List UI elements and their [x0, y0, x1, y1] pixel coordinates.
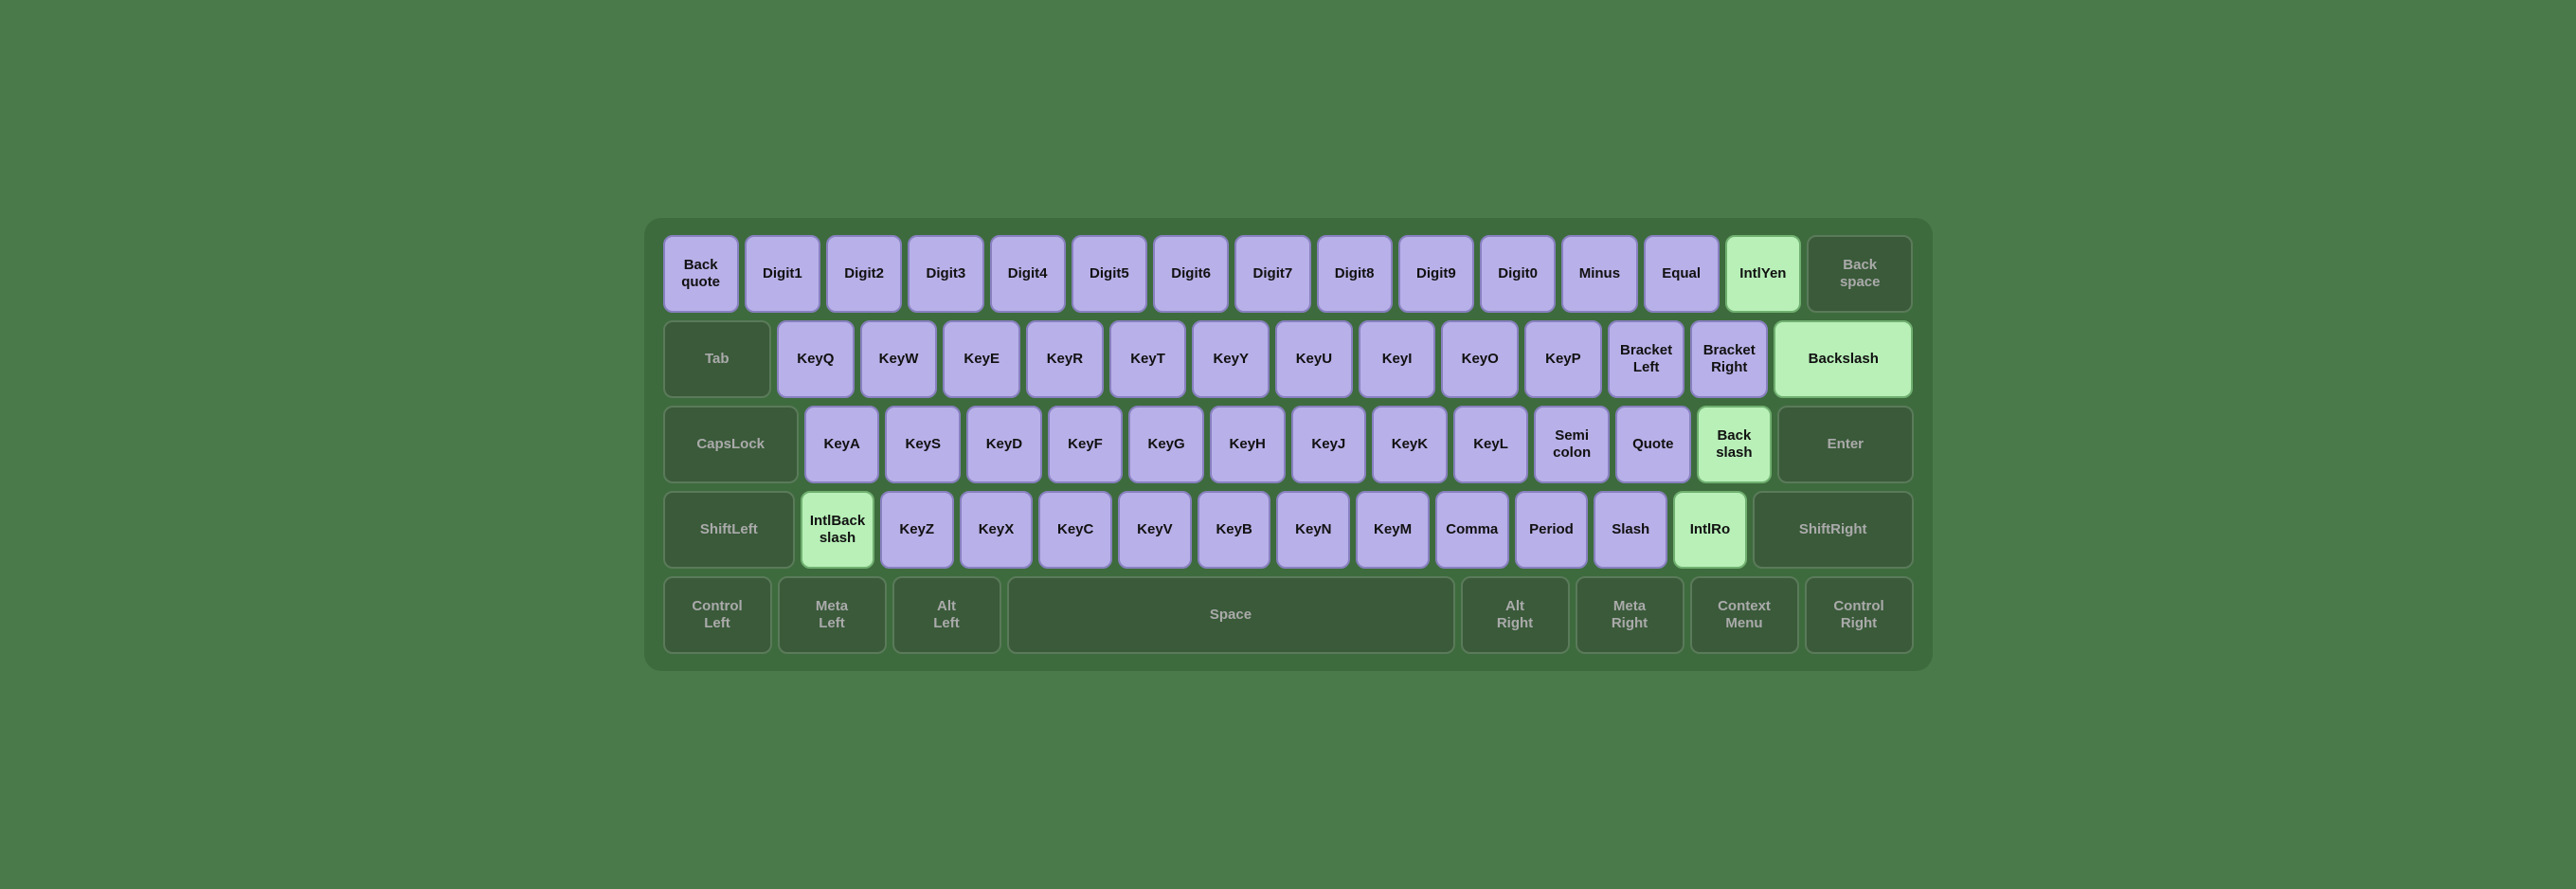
key-Digit9[interactable]: Digit9: [1398, 235, 1474, 313]
key-ContextMenu[interactable]: Context Menu: [1690, 576, 1799, 654]
key-Digit3[interactable]: Digit3: [908, 235, 983, 313]
key-IntlYen[interactable]: IntlYen: [1725, 235, 1801, 313]
key-KeyG[interactable]: KeyG: [1128, 406, 1204, 483]
key-BracketLeft[interactable]: Bracket Left: [1608, 320, 1685, 398]
row-row3: CapsLockKeyAKeySKeyDKeyFKeyGKeyHKeyJKeyK…: [663, 406, 1914, 483]
key-KeyH[interactable]: KeyH: [1210, 406, 1286, 483]
key-KeyY[interactable]: KeyY: [1192, 320, 1270, 398]
key-ShiftLeft[interactable]: ShiftLeft: [663, 491, 796, 569]
key-Backquote[interactable]: Back quote: [663, 235, 739, 313]
key-CapsLock[interactable]: CapsLock: [663, 406, 799, 483]
key-KeyJ[interactable]: KeyJ: [1291, 406, 1367, 483]
key-Space[interactable]: Space: [1007, 576, 1455, 654]
key-AltLeft[interactable]: Alt Left: [892, 576, 1001, 654]
key-Backslash[interactable]: Backslash: [1774, 320, 1913, 398]
key-MetaLeft[interactable]: Meta Left: [778, 576, 887, 654]
key-IntlBackslash[interactable]: IntlBack slash: [801, 491, 874, 569]
key-Backslash2[interactable]: Back slash: [1697, 406, 1773, 483]
key-Digit5[interactable]: Digit5: [1072, 235, 1147, 313]
key-Equal[interactable]: Equal: [1644, 235, 1720, 313]
key-KeyN[interactable]: KeyN: [1276, 491, 1350, 569]
key-Slash[interactable]: Slash: [1594, 491, 1667, 569]
key-KeyX[interactable]: KeyX: [960, 491, 1034, 569]
key-Backspace[interactable]: Back space: [1807, 235, 1913, 313]
key-Digit6[interactable]: Digit6: [1153, 235, 1229, 313]
key-BracketRight[interactable]: Bracket Right: [1690, 320, 1768, 398]
key-KeyP[interactable]: KeyP: [1524, 320, 1602, 398]
key-KeyA[interactable]: KeyA: [804, 406, 880, 483]
key-Digit0[interactable]: Digit0: [1480, 235, 1556, 313]
key-KeyM[interactable]: KeyM: [1356, 491, 1430, 569]
key-KeyD[interactable]: KeyD: [966, 406, 1042, 483]
row-row2: TabKeyQKeyWKeyEKeyRKeyTKeyYKeyUKeyIKeyOK…: [663, 320, 1914, 398]
key-KeyC[interactable]: KeyC: [1038, 491, 1112, 569]
key-Semicolon[interactable]: Semi colon: [1534, 406, 1610, 483]
key-Digit7[interactable]: Digit7: [1234, 235, 1310, 313]
key-KeyL[interactable]: KeyL: [1453, 406, 1529, 483]
row-row1: Back quoteDigit1Digit2Digit3Digit4Digit5…: [663, 235, 1914, 313]
key-ControlLeft[interactable]: Control Left: [663, 576, 772, 654]
key-KeyQ[interactable]: KeyQ: [777, 320, 855, 398]
key-Quote[interactable]: Quote: [1615, 406, 1691, 483]
key-MetaRight[interactable]: Meta Right: [1576, 576, 1684, 654]
key-KeyE[interactable]: KeyE: [943, 320, 1020, 398]
key-ControlRight[interactable]: Control Right: [1805, 576, 1914, 654]
key-KeyR[interactable]: KeyR: [1026, 320, 1104, 398]
key-Minus[interactable]: Minus: [1561, 235, 1637, 313]
key-Tab[interactable]: Tab: [663, 320, 772, 398]
row-row4: ShiftLeftIntlBack slashKeyZKeyXKeyCKeyVK…: [663, 491, 1914, 569]
key-KeyZ[interactable]: KeyZ: [880, 491, 954, 569]
key-KeyF[interactable]: KeyF: [1048, 406, 1124, 483]
key-ShiftRight[interactable]: ShiftRight: [1753, 491, 1914, 569]
key-IntlRo[interactable]: IntlRo: [1673, 491, 1747, 569]
key-Enter[interactable]: Enter: [1777, 406, 1913, 483]
key-KeyI[interactable]: KeyI: [1359, 320, 1436, 398]
key-KeyT[interactable]: KeyT: [1109, 320, 1187, 398]
key-KeyS[interactable]: KeyS: [885, 406, 961, 483]
key-Period[interactable]: Period: [1515, 491, 1589, 569]
key-AltRight[interactable]: Alt Right: [1461, 576, 1570, 654]
key-Digit2[interactable]: Digit2: [826, 235, 902, 313]
key-KeyO[interactable]: KeyO: [1441, 320, 1519, 398]
key-KeyW[interactable]: KeyW: [860, 320, 938, 398]
row-row5: Control LeftMeta LeftAlt LeftSpaceAlt Ri…: [663, 576, 1914, 654]
keyboard: Back quoteDigit1Digit2Digit3Digit4Digit5…: [644, 218, 1933, 671]
key-Digit8[interactable]: Digit8: [1317, 235, 1393, 313]
key-Digit4[interactable]: Digit4: [990, 235, 1066, 313]
key-Digit1[interactable]: Digit1: [745, 235, 820, 313]
key-KeyK[interactable]: KeyK: [1372, 406, 1448, 483]
key-KeyV[interactable]: KeyV: [1118, 491, 1192, 569]
key-KeyB[interactable]: KeyB: [1198, 491, 1271, 569]
key-KeyU[interactable]: KeyU: [1275, 320, 1353, 398]
key-Comma[interactable]: Comma: [1435, 491, 1509, 569]
